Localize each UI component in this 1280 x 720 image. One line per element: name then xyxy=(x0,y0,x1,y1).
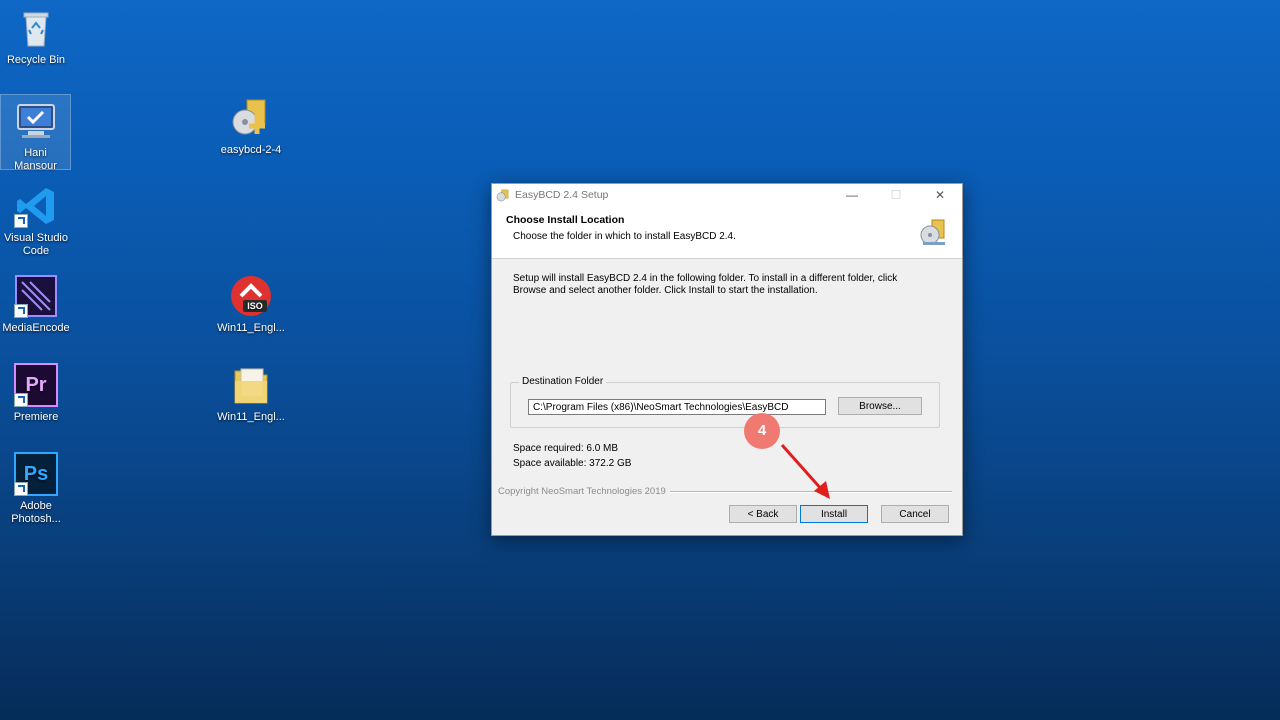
destination-folder-group: Destination Folder C:\Program Files (x86… xyxy=(510,376,940,428)
desktop-icon-win11-folder[interactable]: Win11_Engl... xyxy=(214,363,288,424)
cancel-button[interactable]: Cancel xyxy=(881,505,949,523)
desktop-icon-label: Premiere xyxy=(13,411,59,423)
desktop-icon-user-computer[interactable]: Hani Mansour xyxy=(0,94,71,172)
dialog-header: Choose Install Location Choose the folde… xyxy=(492,206,962,259)
desktop-icon-label: Adobe Photosh... xyxy=(11,500,61,525)
arrow-pointer-icon xyxy=(780,444,830,499)
shortcut-arrow-icon xyxy=(14,393,28,407)
photoshop-icon: Ps xyxy=(14,452,58,496)
space-required: Space required: 6.0 MB xyxy=(513,443,619,454)
destination-folder-label: Destination Folder xyxy=(519,376,607,387)
computer-user-icon xyxy=(14,99,58,143)
desktop-icon-media-encoder[interactable]: MediaEncode xyxy=(0,274,73,335)
minimize-button[interactable]: — xyxy=(830,184,874,206)
installer-header-icon xyxy=(920,219,945,245)
desktop-icon-label: Hani Mansour xyxy=(14,147,57,172)
desktop-icon-label: Recycle Bin xyxy=(6,54,66,66)
intro-line: Browse and select another folder. Click … xyxy=(513,285,818,296)
copyright-row: Copyright NeoSmart Technologies 2019 xyxy=(498,486,952,497)
desktop-icon-label: easybcd-2-4 xyxy=(220,144,282,156)
back-button[interactable]: < Back xyxy=(729,505,797,523)
shortcut-arrow-icon xyxy=(14,214,28,228)
shortcut-arrow-icon xyxy=(14,304,28,318)
intro-line: Setup will install EasyBCD 2.4 in the fo… xyxy=(513,273,898,284)
setup-app-icon xyxy=(496,189,509,201)
vscode-icon xyxy=(14,184,58,228)
desktop-icon-label: Visual Studio Code xyxy=(3,232,68,257)
folder-icon xyxy=(229,363,273,407)
iso-file-icon: ISO xyxy=(229,274,273,318)
desktop-icon-easybcd-installer[interactable]: easybcd-2-4 xyxy=(214,96,288,157)
iso-badge-text: ISO xyxy=(247,301,263,311)
installer-icon xyxy=(229,96,273,140)
desktop-icon-win11-iso[interactable]: ISO Win11_Engl... xyxy=(214,274,288,335)
premiere-icon: Pr xyxy=(14,363,58,407)
space-available: Space available: 372.2 GB xyxy=(513,458,632,469)
browse-button[interactable]: Browse... xyxy=(838,397,922,415)
desktop-icon-label: Win11_Engl... xyxy=(217,411,285,423)
page-subtitle: Choose the folder in which to install Ea… xyxy=(513,231,736,242)
desktop-icon-label: Win11_Engl... xyxy=(217,322,285,334)
maximize-button: ☐ xyxy=(890,188,902,202)
destination-folder-input[interactable]: C:\Program Files (x86)\NeoSmart Technolo… xyxy=(528,399,826,415)
desktop-icon-premiere[interactable]: Pr Premiere xyxy=(0,363,73,424)
copyright-text: Copyright NeoSmart Technologies 2019 xyxy=(498,486,666,497)
close-button[interactable]: ✕ xyxy=(918,184,962,206)
dialog-titlebar[interactable]: EasyBCD 2.4 Setup — ☐ ✕ xyxy=(492,184,962,206)
recycle-bin-icon xyxy=(14,6,58,50)
install-button[interactable]: Install xyxy=(800,505,868,523)
desktop-icon-vscode[interactable]: Visual Studio Code xyxy=(0,184,73,258)
page-title: Choose Install Location xyxy=(506,214,625,226)
desktop-icon-label: MediaEncode xyxy=(2,322,70,334)
intro-text: Setup will install EasyBCD 2.4 in the fo… xyxy=(513,273,933,297)
desktop-icon-recycle-bin[interactable]: Recycle Bin xyxy=(0,6,73,67)
shortcut-arrow-icon xyxy=(14,482,28,496)
setup-dialog: EasyBCD 2.4 Setup — ☐ ✕ Choose Install L… xyxy=(491,183,963,536)
media-encoder-icon xyxy=(14,274,58,318)
desktop-icon-photoshop[interactable]: Ps Adobe Photosh... xyxy=(0,452,73,526)
dialog-title: EasyBCD 2.4 Setup xyxy=(515,189,609,201)
